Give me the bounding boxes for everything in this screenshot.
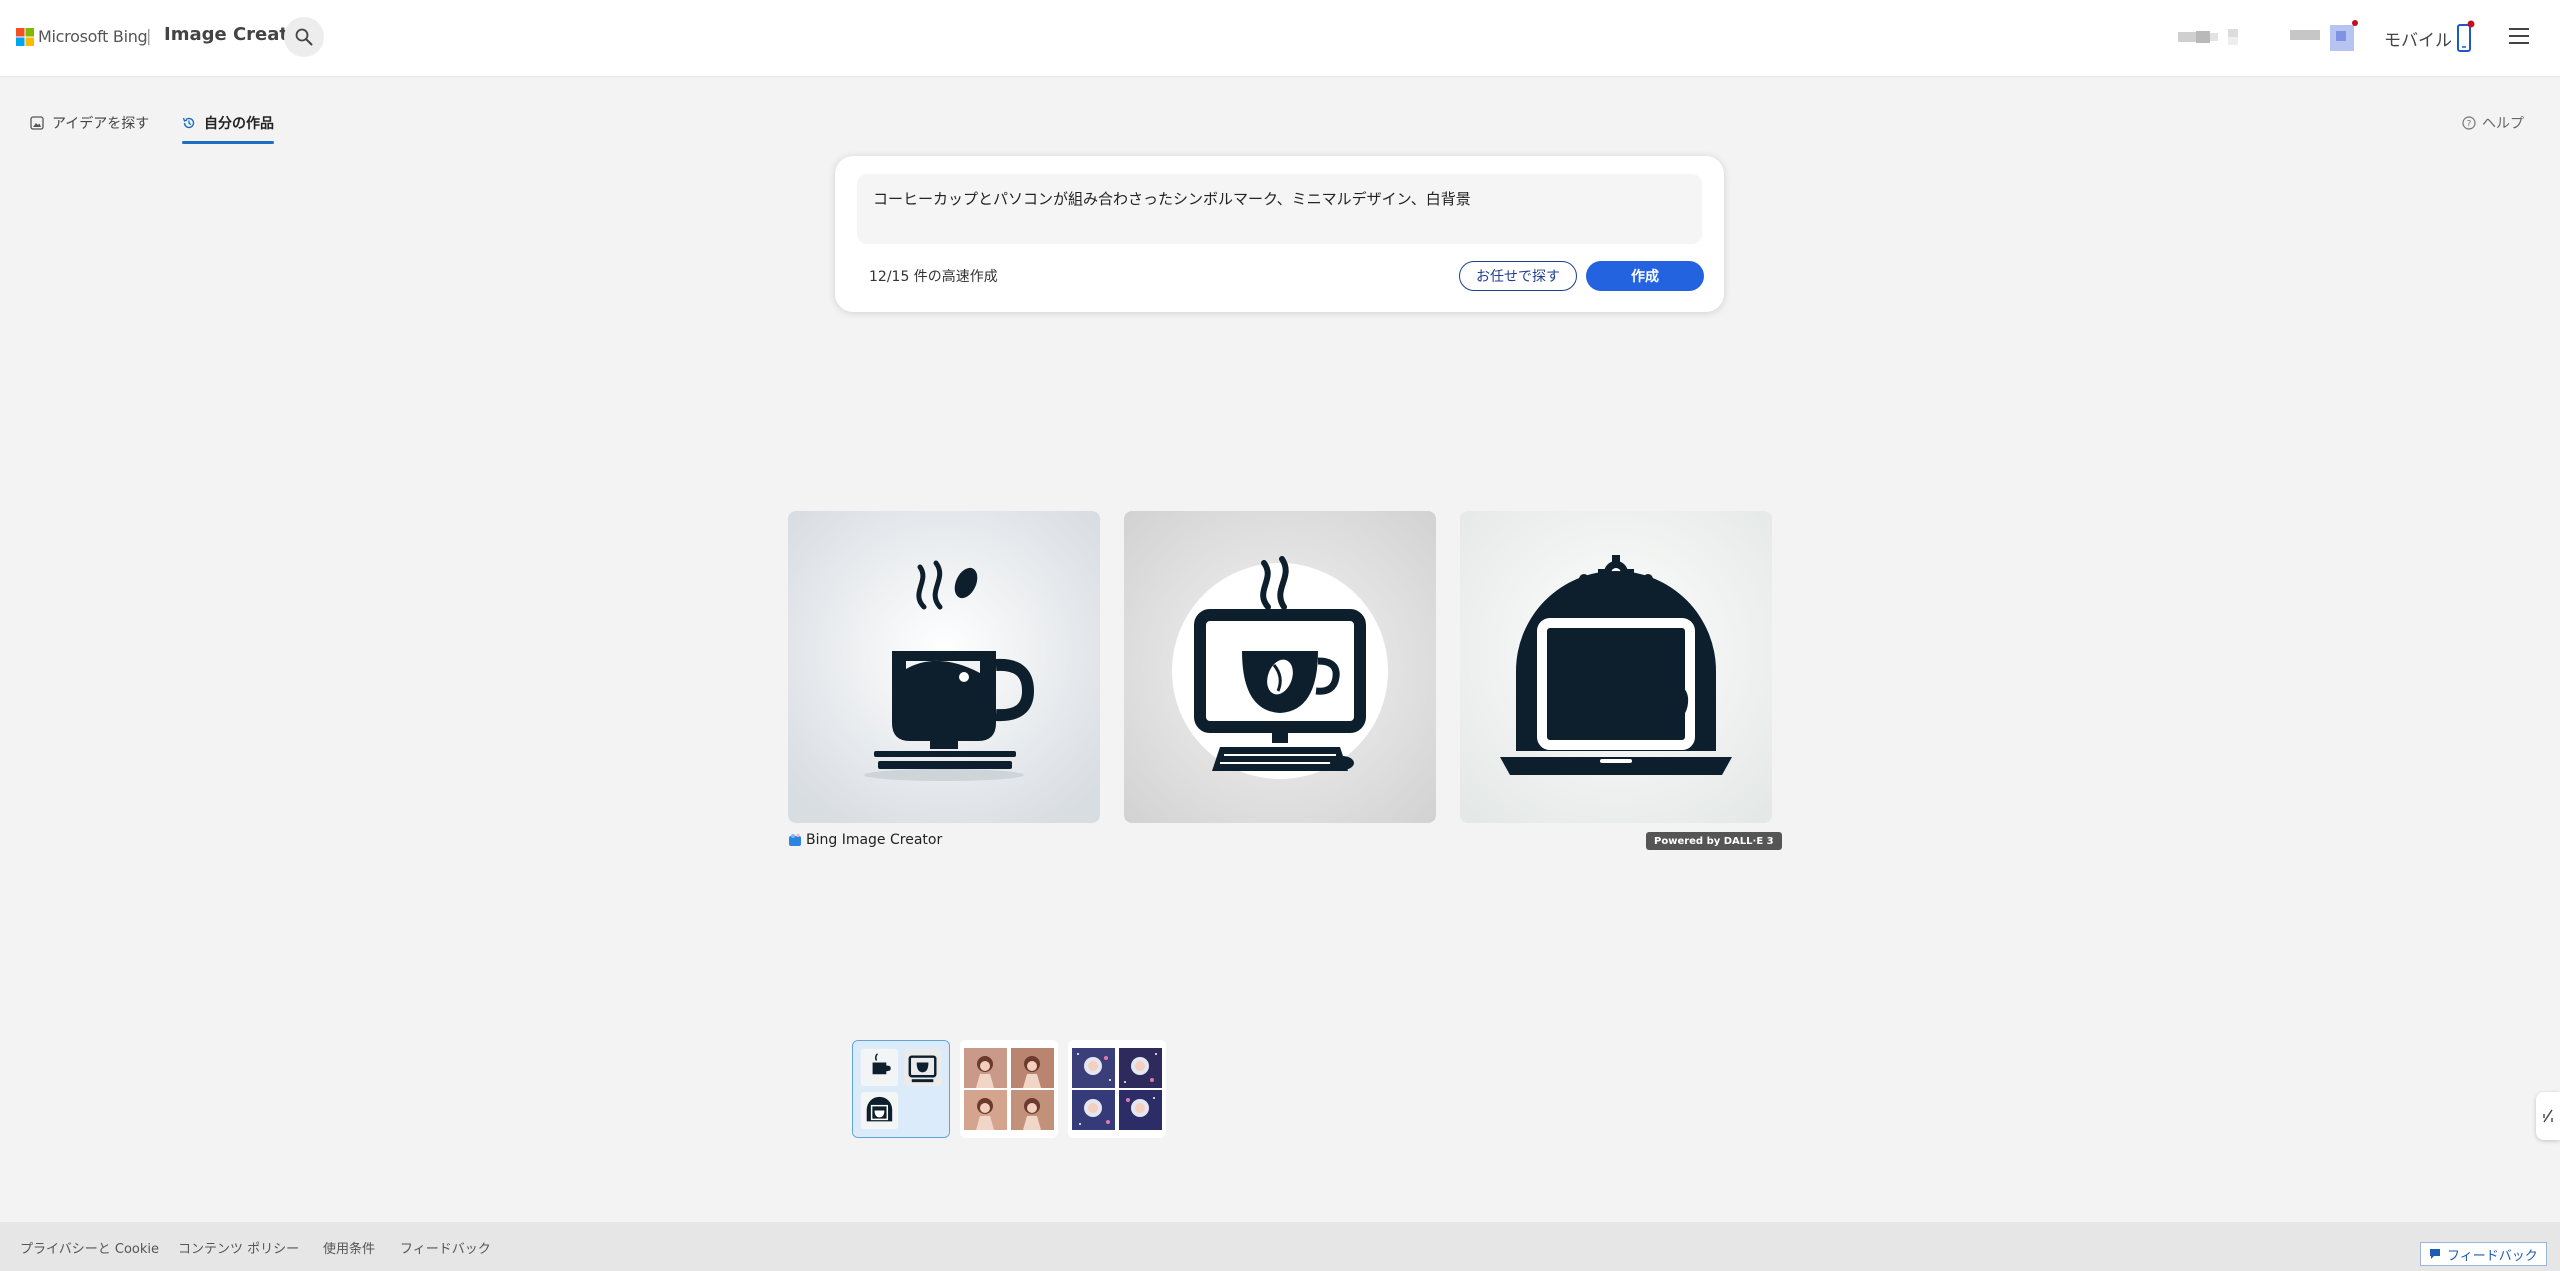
coffee-cup-on-keyboard-icon <box>788 511 1100 823</box>
chat-bubble-icon <box>2430 1249 2440 1259</box>
help-label: ヘルプ <box>2482 116 2524 132</box>
blurred-rewards-indicator[interactable] <box>2178 29 2250 45</box>
create-button[interactable]: 作成 <box>1586 261 1704 291</box>
hamburger-menu-icon[interactable] <box>2507 26 2531 46</box>
image-creator-logo-icon <box>789 833 801 846</box>
laptop-with-coffee-icon <box>1460 511 1772 823</box>
tab-explore-label: アイデアを探す <box>52 116 150 132</box>
history-thumbnail-coffee[interactable] <box>852 1040 950 1138</box>
footer-link-privacy[interactable]: プライバシーと Cookie <box>20 1238 159 1257</box>
history-thumbnail-anime[interactable] <box>960 1040 1058 1138</box>
header-separator: | <box>146 26 152 45</box>
footer-link-content-policy[interactable]: コンテンツ ポリシー <box>178 1238 299 1257</box>
result-image-1[interactable] <box>788 511 1100 823</box>
result-image-2[interactable] <box>1124 511 1436 823</box>
anime-girl-thumbnail-icon <box>960 1040 1058 1138</box>
image-icon <box>30 116 44 130</box>
feedback-button[interactable]: フィードバック <box>2420 1242 2547 1266</box>
history-thumbnail-space[interactable] <box>1068 1040 1166 1138</box>
feedback-button-label: フィードバック <box>2447 1248 2538 1264</box>
help-link[interactable]: ? ヘルプ <box>2462 108 2524 138</box>
prompt-input[interactable]: コーヒーカップとパソコンが組み合わさったシンボルマーク、ミニマルデザイン、白背景 <box>857 174 1702 244</box>
side-panel-tab[interactable] <box>2536 1092 2560 1140</box>
top-header: Microsoft Bing | Image Creator モバイル <box>0 0 2560 77</box>
result-image-3[interactable] <box>1460 511 1772 823</box>
search-icon <box>295 28 313 46</box>
svg-text:?: ? <box>2467 120 2472 130</box>
brand-name[interactable]: Microsoft Bing <box>38 27 148 46</box>
tab-explore-ideas[interactable]: アイデアを探す <box>30 108 149 138</box>
history-icon <box>182 117 195 129</box>
footer-link-feedback[interactable]: フィードバック <box>400 1238 491 1257</box>
coffee-cup-in-monitor-icon <box>1124 511 1436 823</box>
search-button[interactable] <box>284 17 324 57</box>
mobile-phone-icon[interactable] <box>2455 20 2475 54</box>
image-caption: Bing Image Creator <box>788 832 942 848</box>
mobile-label[interactable]: モバイル <box>2384 26 2452 51</box>
blurred-account-avatar[interactable] <box>2286 19 2358 53</box>
caption-text: Bing Image Creator <box>806 832 943 848</box>
dalle-badge: Powered by DALL·E 3 <box>1646 832 1782 850</box>
boost-counter: 12/15 件の高速作成 <box>869 269 998 285</box>
expand-panel-icon <box>2543 1109 2553 1123</box>
surprise-me-button[interactable]: お任せで探す <box>1459 261 1577 291</box>
tab-my-creations[interactable]: 自分の作品 <box>182 108 274 144</box>
prompt-card: コーヒーカップとパソコンが組み合わさったシンボルマーク、ミニマルデザイン、白背景… <box>835 156 1724 312</box>
footer-link-terms[interactable]: 使用条件 <box>323 1238 375 1257</box>
microsoft-logo-icon[interactable] <box>16 28 34 46</box>
coffee-set-thumbnail-icon <box>853 1041 949 1137</box>
tab-my-creations-label: 自分の作品 <box>204 116 274 132</box>
help-circle-icon: ? <box>2462 116 2476 130</box>
footer: プライバシーと Cookie コンテンツ ポリシー 使用条件 フィードバック <box>0 1222 2560 1271</box>
space-girl-thumbnail-icon <box>1068 1040 1166 1138</box>
